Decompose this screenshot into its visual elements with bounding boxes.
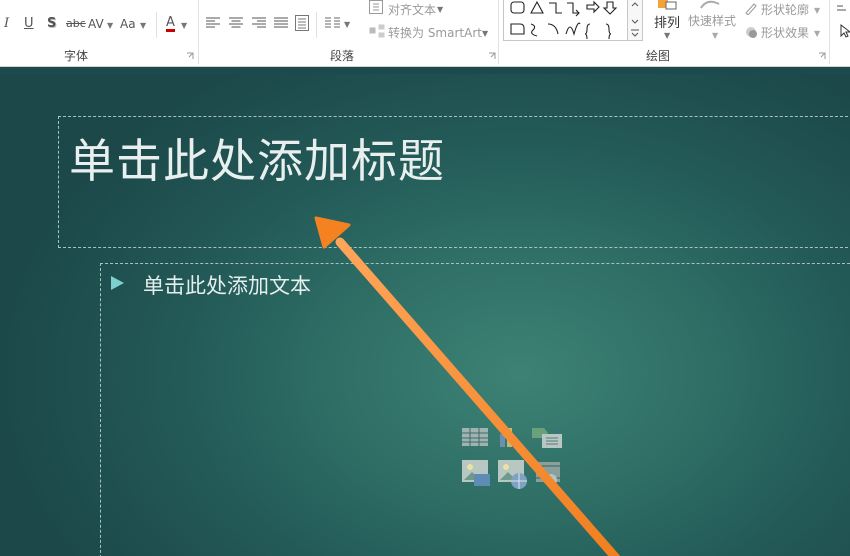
slide-canvas[interactable]: 单击此处添加标题 单击此处添加文本 xyxy=(0,74,850,556)
paragraph-group-label: 段落 xyxy=(330,49,355,63)
chevron-down-icon[interactable]: ▼ xyxy=(437,5,443,14)
font-color-button[interactable]: A xyxy=(166,16,175,32)
shape-effects-icon[interactable] xyxy=(744,25,758,38)
gallery-scroll-arrows-icon[interactable] xyxy=(628,0,642,40)
chevron-down-icon[interactable]: ▼ xyxy=(814,6,820,15)
quick-styles-icon[interactable] xyxy=(697,0,723,10)
character-spacing-button[interactable]: AV xyxy=(88,16,104,32)
italic-button[interactable]: I xyxy=(4,16,9,32)
justify-icon[interactable] xyxy=(274,17,288,30)
shapes-gallery[interactable] xyxy=(503,0,643,41)
chevron-down-icon[interactable]: ▼ xyxy=(814,29,820,38)
arrange-button[interactable]: 排列 xyxy=(654,12,680,31)
underline-button[interactable]: U xyxy=(24,16,34,32)
group-separator xyxy=(498,0,499,64)
align-text-icon[interactable] xyxy=(369,0,383,14)
replace-icon[interactable] xyxy=(836,2,848,16)
chevron-down-icon[interactable]: ▼ xyxy=(664,31,670,40)
dialog-launcher-icon[interactable] xyxy=(186,52,194,60)
chevron-down-icon[interactable]: ▼ xyxy=(344,20,350,29)
group-separator xyxy=(829,0,830,64)
dialog-launcher-icon[interactable] xyxy=(818,52,826,60)
chevron-down-icon[interactable]: ▼ xyxy=(482,29,488,38)
ribbon: I U S abc AV ▼ Aa ▼ A ▼ 字体 ▼ 对齐文本 ▼ 转换为 … xyxy=(0,0,850,67)
strikethrough-button[interactable]: abc xyxy=(66,16,86,32)
shape-effects-button[interactable]: 形状效果 xyxy=(761,24,809,41)
align-text-button[interactable]: 对齐文本 xyxy=(388,1,436,18)
columns-icon[interactable] xyxy=(325,17,341,30)
drawing-group-label: 绘图 xyxy=(646,49,671,63)
align-left-icon[interactable] xyxy=(206,17,220,30)
pen-icon[interactable] xyxy=(744,2,758,15)
quick-styles-button[interactable]: 快速样式 xyxy=(688,12,736,29)
chevron-down-icon[interactable]: ▼ xyxy=(181,21,187,30)
shape-outline-button[interactable]: 形状轮廓 xyxy=(761,1,809,18)
chevron-down-icon[interactable]: ▼ xyxy=(107,21,113,30)
convert-smartart-button[interactable]: 转换为 SmartArt xyxy=(388,24,482,41)
separator xyxy=(156,12,157,38)
group-separator xyxy=(198,0,199,64)
shapes-gallery-icons[interactable] xyxy=(506,0,631,40)
gallery-scrollbar[interactable] xyxy=(627,0,642,40)
select-cursor-icon[interactable] xyxy=(840,24,850,38)
separator xyxy=(316,12,317,38)
align-right-icon[interactable] xyxy=(252,17,266,30)
annotation-arrow xyxy=(314,216,621,556)
arrange-icon[interactable] xyxy=(656,0,680,10)
text-shadow-button[interactable]: S xyxy=(47,16,56,32)
change-case-button[interactable]: Aa xyxy=(120,16,136,32)
chevron-down-icon[interactable]: ▼ xyxy=(140,21,146,30)
chevron-down-icon[interactable]: ▼ xyxy=(712,31,718,40)
smartart-icon[interactable] xyxy=(369,24,385,38)
dialog-launcher-icon[interactable] xyxy=(488,52,496,60)
align-center-icon[interactable] xyxy=(229,17,243,30)
distribute-icon[interactable] xyxy=(295,15,309,31)
font-group-label: 字体 xyxy=(64,49,89,63)
